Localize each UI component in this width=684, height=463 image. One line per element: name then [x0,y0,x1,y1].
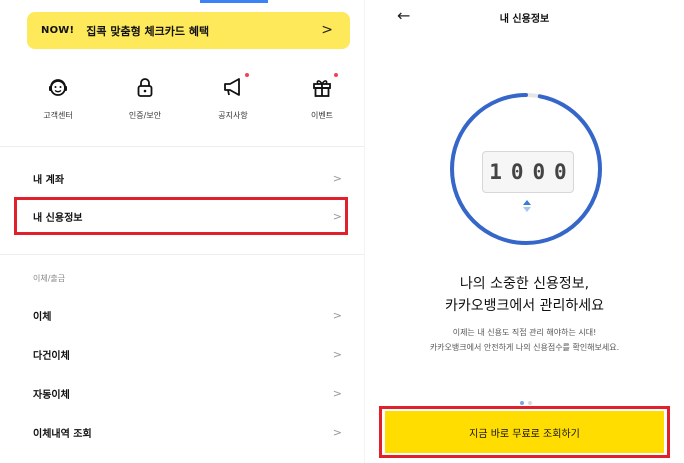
headline-line-2: 카카오뱅크에서 관리하세요 [444,298,604,314]
description-line-2: 카카오뱅크에서 안전하게 나의 신용점수를 확인해보세요. [429,343,620,352]
headline: 나의 소중한 신용정보, 카카오뱅크에서 관리하세요 [365,273,684,317]
left-panel: NOW! 집콕 맞춤형 체크카드 혜택 > 고객센터 인증/보안 공지사항 이벤… [0,0,364,463]
quick-item-label: 공지사항 [218,111,248,120]
score-digit: 0 [554,160,567,184]
gift-icon [311,73,338,98]
banner-text: 집콕 맞춤형 체크카드 혜택 [86,24,210,38]
quick-item-label: 고객센터 [43,111,73,120]
menu-item-label: 내 계좌 [33,174,65,186]
menu-item-multi-transfer[interactable]: 다건이체 > [33,343,345,365]
headline-line-1: 나의 소중한 신용정보, [459,276,590,292]
menu-item-transfer[interactable]: 이체 > [33,304,345,326]
chevron-right-icon: > [332,171,342,185]
quick-item-notice[interactable]: 공지사항 [193,70,273,121]
chevron-right-icon: > [332,425,342,439]
new-badge [245,73,249,77]
menu-item-label: 이체내역 조회 [33,428,92,440]
menu-item-label: 이체 [33,311,52,323]
menu-item-auto-transfer[interactable]: 자동이체 > [33,382,345,404]
score-digit: 0 [510,160,524,184]
section-label: 이체/출금 [33,274,66,283]
quick-item-label: 인증/보안 [128,111,162,120]
tab-indicator [200,0,268,3]
page-dot-active [520,401,524,405]
chevron-right-icon: > [332,308,342,322]
page-dot [528,401,532,405]
divider [0,146,364,147]
highlight-box [379,406,670,458]
chevron-right-icon: > [321,22,333,38]
quick-menu: 고객센터 인증/보안 공지사항 이벤트 [0,70,364,130]
chevron-right-icon: > [332,347,342,361]
promo-banner[interactable]: NOW! 집콕 맞춤형 체크카드 혜택 > [27,12,350,49]
headset-smile-icon [47,76,69,98]
right-panel: ← 내 신용정보 1 0 0 0 나의 소중한 신용정보, 카카오뱅크에서 관리… [365,0,684,463]
score-digit: 1 [489,160,502,184]
megaphone-icon [222,73,249,98]
page-title: 내 신용정보 [499,14,550,25]
score-counter: 1 0 0 0 [482,151,574,193]
new-badge [334,73,338,77]
quick-item-event[interactable]: 이벤트 [282,70,362,121]
quick-item-auth-security[interactable]: 인증/보안 [105,70,185,121]
divider [0,254,364,255]
score-digit: 0 [532,160,546,184]
description-line-1: 이제는 내 신용도 직접 관리 해야하는 시대! [452,328,597,337]
chevron-right-icon: > [332,386,342,400]
highlight-box [14,197,348,235]
description: 이제는 내 신용도 직접 관리 해야하는 시대! 카카오뱅크에서 안전하게 나의… [365,325,684,355]
menu-item-transfer-history[interactable]: 이체내역 조회 > [33,421,345,443]
menu-item-my-account[interactable]: 내 계좌 > [33,167,345,189]
lock-icon [134,76,156,98]
menu-item-label: 자동이체 [33,389,70,401]
menu-item-label: 다건이체 [33,350,70,362]
banner-badge: NOW! [41,25,75,36]
quick-item-label: 이벤트 [310,111,334,120]
up-down-arrow-icon [523,200,531,212]
quick-item-customer-center[interactable]: 고객센터 [18,70,98,121]
